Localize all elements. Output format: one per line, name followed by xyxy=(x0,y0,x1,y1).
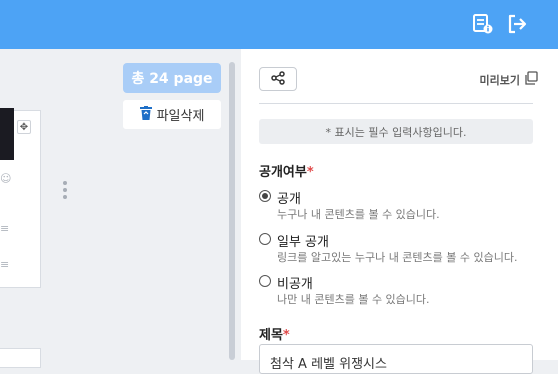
radio-label: 공개 xyxy=(277,192,301,207)
drag-lines-icon[interactable]: ≡ xyxy=(0,258,9,271)
share-icon xyxy=(271,70,285,89)
radio-button[interactable] xyxy=(259,275,271,287)
required-notice: * 표시는 필수 입력사항입니다. xyxy=(259,119,533,144)
share-button[interactable] xyxy=(259,67,297,91)
top-bar xyxy=(0,0,558,49)
visibility-label: 공개여부* xyxy=(259,165,314,180)
panel-resize-handle[interactable] xyxy=(229,62,235,360)
user-icon: ☺ xyxy=(0,172,12,185)
preview-label: 미리보기 xyxy=(479,73,520,87)
radio-label: 비공개 xyxy=(277,277,313,292)
radio-description: 누구나 내 콘텐츠를 볼 수 있습니다. xyxy=(277,208,440,221)
title-input[interactable]: 첨삭 A 레벨 위쟁시스 xyxy=(259,344,533,374)
move-icon[interactable]: ✥ xyxy=(17,120,31,134)
radio-description: 링크를 알고있는 누구나 내 콘텐츠를 볼 수 있습니다. xyxy=(277,251,518,264)
page-thumbnail-image xyxy=(0,108,14,160)
logout-icon[interactable] xyxy=(506,13,528,35)
page-count-label: 총 24 page xyxy=(131,71,213,87)
preview-button[interactable]: 미리보기 xyxy=(480,71,538,88)
radio-label: 일부 공개 xyxy=(277,235,329,250)
document-info-icon[interactable] xyxy=(472,13,494,35)
radio-button[interactable] xyxy=(259,233,271,245)
page-count-button[interactable]: 총 24 page xyxy=(123,63,221,93)
copy-icon xyxy=(524,71,538,88)
delete-files-button[interactable]: 파일삭제 xyxy=(123,100,221,129)
divider xyxy=(259,103,533,104)
drag-lines-icon[interactable]: ≡ xyxy=(0,222,9,235)
page-thumbnail-card[interactable] xyxy=(0,348,41,368)
radio-button[interactable] xyxy=(259,190,271,202)
trash-icon xyxy=(139,105,152,124)
title-label: 제목* xyxy=(259,328,290,343)
delete-files-label: 파일삭제 xyxy=(156,109,205,124)
kebab-menu-icon[interactable] xyxy=(62,181,68,199)
radio-description: 나만 내 콘텐츠를 볼 수 있습니다. xyxy=(277,293,430,306)
